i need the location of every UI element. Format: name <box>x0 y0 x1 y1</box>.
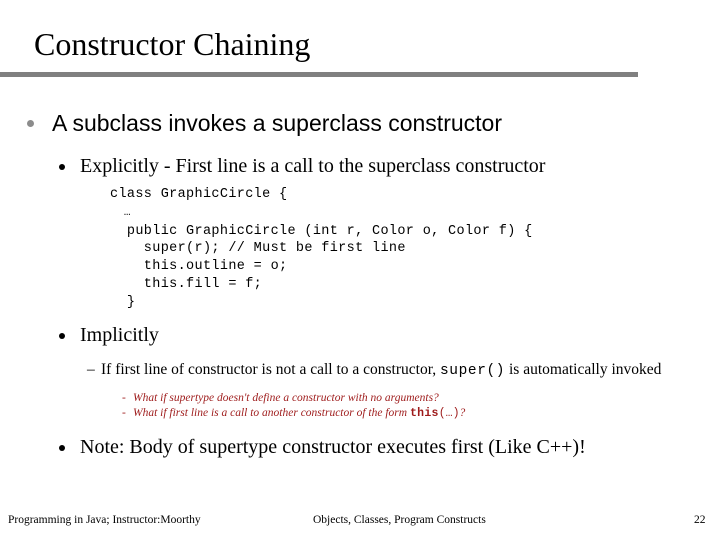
question-item-1: - What if supertype doesn't define a cons… <box>0 391 720 406</box>
footer: Programming in Java; Instructor:Moorthy … <box>0 512 720 532</box>
bullet-level2-implicitly: Implicitly <box>0 322 720 349</box>
bullet-dot-icon <box>59 164 65 170</box>
question-code-keyword: this <box>409 406 439 420</box>
dash-bullet-icon: – <box>87 360 95 378</box>
implicit-detail-code: super() <box>440 362 506 379</box>
footer-course-info: Programming in Java; Instructor:Moorthy <box>8 514 201 526</box>
code-block: class GraphicCircle { … public GraphicCi… <box>0 186 720 312</box>
slide: Constructor Chaining A subclass invokes … <box>0 0 720 540</box>
code-line: } <box>110 294 136 310</box>
bullet-dot-icon <box>27 120 34 127</box>
question-item-2: - What if first line is a call to another… <box>0 406 720 421</box>
code-line: this.outline = o; <box>110 259 288 275</box>
implicit-detail-text-before: If first line of constructor is not a ca… <box>101 360 440 378</box>
code-line: this.fill = f; <box>110 276 263 292</box>
title-divider <box>0 72 638 77</box>
code-line: … <box>110 206 131 219</box>
dash-bullet-icon: - <box>122 391 126 404</box>
question-code-args: (…) <box>438 406 460 420</box>
bullet-dot-icon <box>59 332 65 339</box>
slide-body: A subclass invokes a superclass construc… <box>0 108 720 461</box>
bullet-level2-explicitly: Explicitly - First line is a call to the… <box>0 153 720 180</box>
bullet-level2-label: Explicitly - First line is a call to the… <box>80 155 546 177</box>
bullet-level1-subclass-invokes: A subclass invokes a superclass construc… <box>0 108 720 138</box>
footer-topic: Objects, Classes, Program Constructs <box>313 514 486 526</box>
bullet-level3-implicit-detail: – If first line of constructor is not a c… <box>0 360 720 381</box>
page-title: Constructor Chaining <box>34 26 311 62</box>
dash-bullet-icon: - <box>122 406 126 419</box>
code-line: class GraphicCircle { <box>110 187 288 202</box>
code-line: public GraphicCircle (int r, Color o, Co… <box>110 223 533 239</box>
bullet-level2-note: Note: Body of supertype constructor exec… <box>0 434 720 461</box>
bullet-level2-label: Implicitly <box>80 323 159 346</box>
bullet-level2-label: Note: Body of supertype constructor exec… <box>80 435 586 458</box>
question-text-after: ? <box>459 406 466 419</box>
bullet-dot-icon <box>59 444 65 451</box>
question-text-before: What if first line is a call to another … <box>133 406 410 419</box>
implicit-detail-text-after: is automatically invoked <box>505 360 662 378</box>
code-line: super(r); // Must be first line <box>110 241 406 257</box>
footer-page-number: 22 <box>694 514 706 526</box>
question-text: What if supertype doesn't define a const… <box>133 391 439 404</box>
bullet-level1-label: A subclass invokes a superclass construc… <box>52 110 502 136</box>
